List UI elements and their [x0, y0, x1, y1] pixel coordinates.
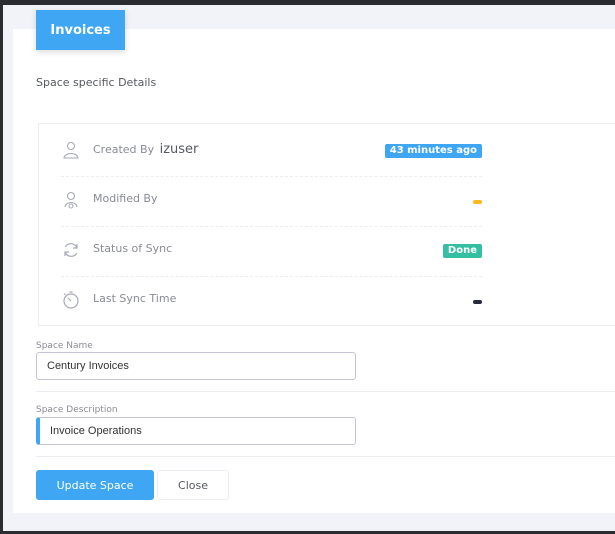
- invoices-tab[interactable]: Invoices: [36, 10, 125, 50]
- sync-icon: [61, 240, 81, 260]
- stopwatch-icon: [61, 290, 81, 310]
- invoices-tab-label: Invoices: [50, 22, 111, 38]
- form-divider: [36, 391, 615, 392]
- close-button[interactable]: Close: [157, 470, 229, 500]
- created-by-user: izuser: [159, 142, 199, 157]
- modified-by-label: Modified By: [93, 192, 158, 205]
- user-edit-icon: [61, 190, 81, 210]
- created-by-label: Created By izuser: [93, 142, 198, 157]
- space-name-input[interactable]: [36, 352, 356, 380]
- section-subtitle: Space specific Details: [36, 76, 157, 89]
- detail-row-created-by: Created By izuser 43 minutes ago: [61, 126, 482, 177]
- user-outline-icon: [61, 140, 81, 160]
- space-description-input[interactable]: [36, 417, 356, 445]
- detail-row-last-sync-time: Last Sync Time: [61, 276, 482, 326]
- last-sync-time-label: Last Sync Time: [93, 292, 177, 305]
- details-panel: Created By izuser 43 minutes ago Modifie…: [38, 123, 615, 326]
- page-background: Invoices Space specific Details Created …: [3, 5, 615, 531]
- modified-by-empty-indicator: [473, 200, 482, 204]
- space-description-label: Space Description: [36, 405, 118, 415]
- detail-row-modified-by: Modified By: [61, 176, 482, 227]
- created-by-label-text: Created By: [93, 143, 155, 156]
- created-time-badge: 43 minutes ago: [384, 144, 482, 158]
- space-name-label: Space Name: [36, 341, 93, 351]
- last-sync-empty-indicator: [473, 300, 482, 304]
- update-space-button[interactable]: Update Space: [36, 470, 154, 500]
- sync-status-badge: Done: [442, 244, 482, 258]
- detail-row-status-of-sync: Status of Sync Done: [61, 226, 482, 277]
- form-divider-bottom: [36, 456, 615, 457]
- status-of-sync-label: Status of Sync: [93, 242, 173, 255]
